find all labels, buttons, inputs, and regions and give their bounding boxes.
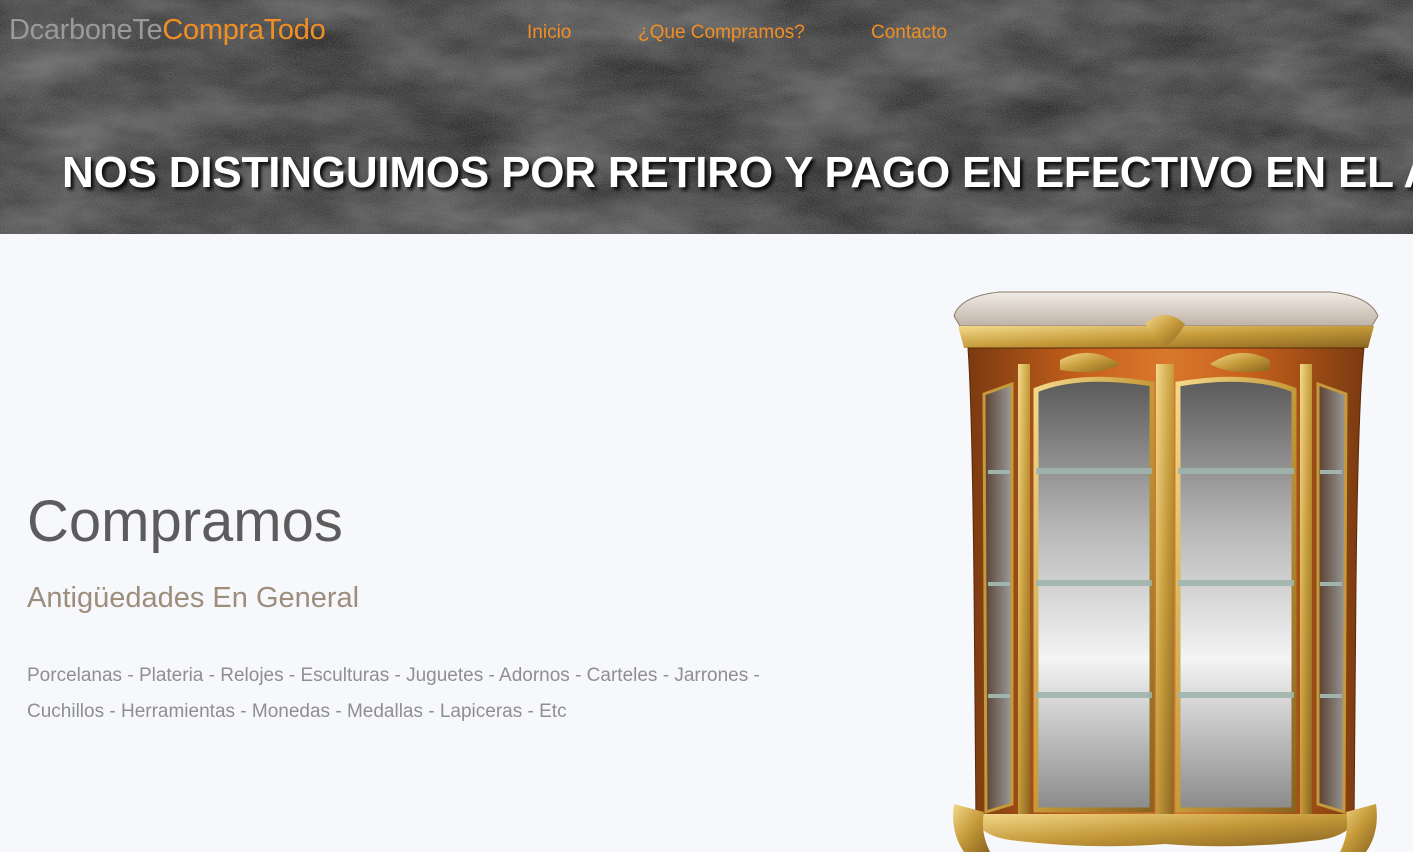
antique-cabinet-image — [953, 291, 1379, 852]
page-subtitle: Antigüedades En General — [27, 582, 360, 614]
site-logo[interactable]: DcarboneTeCompraTodo — [9, 12, 326, 48]
page-title: Compramos — [27, 489, 343, 554]
items-line-2: Cuchillos - Herramientas - Monedas - Med… — [27, 701, 567, 722]
hero-header: DcarboneTeCompraTodo Inicio ¿Que Compram… — [0, 0, 1413, 234]
nav-link-inicio[interactable]: Inicio — [527, 21, 571, 45]
nav-link-que-compramos[interactable]: ¿Que Compramos? — [638, 21, 805, 45]
logo-text-part1: DcarboneTe — [9, 14, 163, 46]
nav-link-contacto[interactable]: Contacto — [871, 21, 947, 45]
items-line-1: Porcelanas - Plateria - Relojes - Escult… — [27, 665, 760, 686]
purchase-items-list: Porcelanas - Plateria - Relojes - Escult… — [27, 658, 817, 730]
logo-text-part2: CompraTodo — [162, 14, 326, 46]
hero-banner-text: NOS DISTINGUIMOS POR RETIRO Y PAGO EN EF… — [62, 148, 1413, 197]
